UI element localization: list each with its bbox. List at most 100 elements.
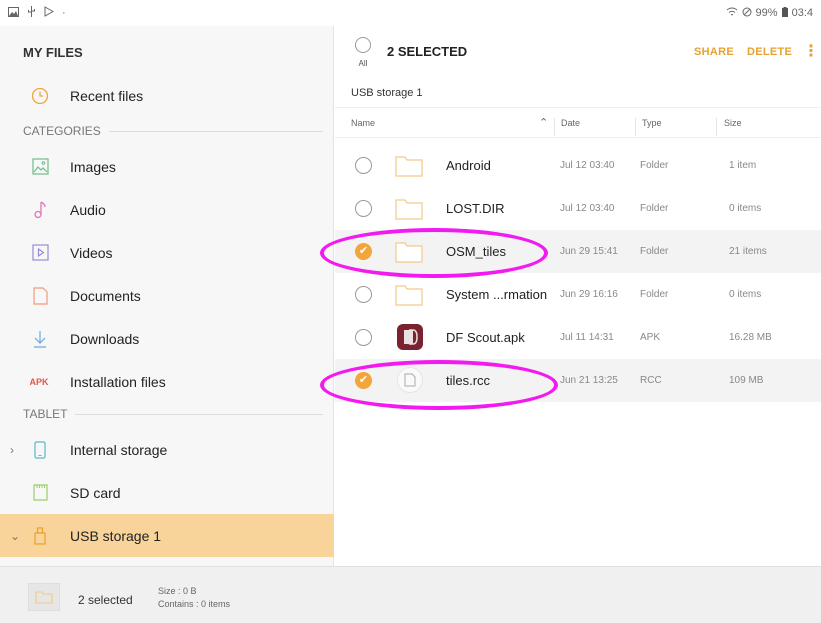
file-size: 0 items <box>729 289 762 300</box>
column-size[interactable]: Size <box>724 118 742 128</box>
chevron-down-icon[interactable]: ⌄ <box>10 529 20 543</box>
usb-notification-icon <box>27 6 36 20</box>
status-left: · <box>8 6 66 20</box>
breadcrumb[interactable]: USB storage 1 <box>335 78 821 108</box>
file-row-tiles-rcc[interactable]: ✔ tiles.rcc Jun 21 13:25 RCC 109 MB <box>335 359 821 402</box>
video-icon <box>30 243 50 263</box>
row-checkbox[interactable] <box>355 200 372 217</box>
sidebar-item-installation-files[interactable]: APK Installation files <box>0 360 334 403</box>
file-name: tiles.rcc <box>446 373 491 388</box>
sidebar-item-label: Videos <box>70 244 113 261</box>
download-icon <box>30 329 50 349</box>
sidebar-item-label: Audio <box>70 201 106 218</box>
file-row-osm-tiles[interactable]: ✔ OSM_tiles Jun 29 15:41 Folder 21 items <box>335 230 821 273</box>
file-date: Jun 29 16:16 <box>560 289 618 300</box>
file-row-lost-dir[interactable]: LOST.DIR Jul 12 03:40 Folder 0 items <box>335 187 821 230</box>
app-icon <box>397 324 425 350</box>
column-separator <box>635 118 636 136</box>
row-checkbox[interactable] <box>355 329 372 346</box>
sidebar-item-usb-storage-1[interactable]: ⌄ USB storage 1 <box>0 514 334 557</box>
chevron-right-icon[interactable]: › <box>10 443 14 457</box>
file-type: APK <box>640 332 661 343</box>
sidebar-item-images[interactable]: Images <box>0 145 334 188</box>
categories-heading-text: CATEGORIES <box>23 124 101 138</box>
more-options-icon[interactable]: ⋮ <box>803 41 819 61</box>
tablet-heading-text: TABLET <box>23 407 68 421</box>
row-checkbox[interactable] <box>355 286 372 303</box>
sidebar-item-label: USB storage 1 <box>70 527 162 544</box>
clock: 03:4 <box>791 7 813 19</box>
delete-button[interactable]: DELETE <box>747 46 792 58</box>
sidebar-item-label: Downloads <box>70 330 140 347</box>
image-icon <box>30 157 50 177</box>
sidebar-item-recent-files[interactable]: Recent files <box>0 74 334 117</box>
file-row-system-volume-information[interactable]: System ...rmation Jun 29 16:16 Folder 0 … <box>335 273 821 316</box>
file-size: 0 items <box>729 203 762 214</box>
do-not-disturb-icon <box>742 7 752 20</box>
gallery-notification-icon <box>8 6 19 20</box>
sidebar-item-downloads[interactable]: Downloads <box>0 317 334 360</box>
selection-details: Size : 0 B Contains : 0 items <box>158 585 230 611</box>
battery-level: 99% <box>755 7 778 19</box>
sidebar-item-label: Recent files <box>70 87 144 104</box>
file-type: Folder <box>640 289 669 300</box>
folder-icon <box>395 153 423 177</box>
column-type[interactable]: Type <box>642 118 662 128</box>
folder-icon <box>395 239 423 263</box>
sort-ascending-icon[interactable]: ⌃ <box>539 116 548 129</box>
file-date: Jun 29 15:41 <box>560 246 618 257</box>
file-type: RCC <box>640 375 662 386</box>
select-all-label: All <box>358 59 368 68</box>
file-size: 109 MB <box>729 375 764 386</box>
file-date: Jul 11 14:31 <box>560 332 614 343</box>
sidebar-item-label: Images <box>70 158 116 175</box>
file-name: OSM_tiles <box>446 244 506 259</box>
selection-summary: 2 selected <box>78 593 133 607</box>
sidebar-item-audio[interactable]: Audio <box>0 188 334 231</box>
sidebar-item-label: SD card <box>70 484 121 501</box>
clock-icon <box>30 86 50 106</box>
divider <box>75 413 323 415</box>
status-bar: · 99% 03:4 <box>0 0 821 26</box>
selection-toolbar: All 2 SELECTED SHARE DELETE ⋮ <box>335 26 821 78</box>
selection-size: Size : 0 B <box>158 586 197 596</box>
row-checkbox[interactable] <box>355 157 372 174</box>
sd-card-icon <box>30 483 50 503</box>
sidebar-item-label: Internal storage <box>70 441 168 458</box>
file-date: Jul 12 03:40 <box>560 203 615 214</box>
file-row-android[interactable]: Android Jul 12 03:40 Folder 1 item <box>335 144 821 187</box>
file-size: 16.28 MB <box>729 332 772 343</box>
selection-summary-bar: 2 selected Size : 0 B Contains : 0 items <box>0 566 821 623</box>
column-date[interactable]: Date <box>561 118 580 128</box>
file-type: Folder <box>640 203 669 214</box>
file-name: System ...rmation <box>446 287 548 302</box>
dot-icon: · <box>62 7 66 19</box>
column-name[interactable]: Name <box>351 118 375 128</box>
apk-icon: APK <box>29 376 49 387</box>
row-checkbox-checked[interactable]: ✔ <box>355 243 372 260</box>
sidebar-item-label: Documents <box>70 287 141 304</box>
sidebar-item-videos[interactable]: Videos <box>0 231 334 274</box>
phone-icon <box>30 440 50 460</box>
column-separator <box>716 118 717 136</box>
file-list-panel: All 2 SELECTED SHARE DELETE ⋮ USB storag… <box>335 26 821 566</box>
sidebar-item-internal-storage[interactable]: › Internal storage <box>0 428 334 471</box>
file-name: Android <box>446 158 491 173</box>
file-type: Folder <box>640 160 669 171</box>
file-date: Jul 12 03:40 <box>560 160 615 171</box>
column-header: Name ⌃ Date Type Size <box>335 108 821 138</box>
sidebar-item-documents[interactable]: Documents <box>0 274 334 317</box>
selected-count: 2 SELECTED <box>387 44 468 59</box>
file-name: DF Scout.apk <box>446 330 525 345</box>
sidebar-item-sd-card[interactable]: SD card <box>0 471 334 514</box>
divider <box>108 130 323 132</box>
file-row-df-scout-apk[interactable]: DF Scout.apk Jul 11 14:31 APK 16.28 MB <box>335 316 821 359</box>
music-note-icon <box>30 200 50 220</box>
wifi-icon <box>726 7 738 20</box>
file-date: Jun 21 13:25 <box>560 375 618 386</box>
share-button[interactable]: SHARE <box>694 46 734 58</box>
select-all-circle-icon <box>355 37 371 53</box>
row-checkbox-checked[interactable]: ✔ <box>355 372 372 389</box>
file-type: Folder <box>640 246 669 257</box>
select-all-checkbox[interactable]: All <box>353 37 373 68</box>
